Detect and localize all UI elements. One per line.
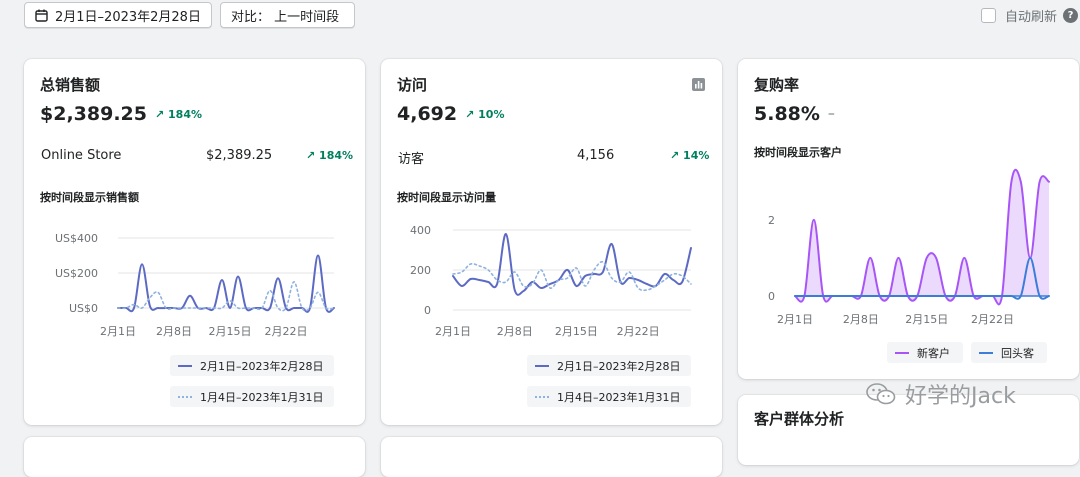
auto-refresh-label: 自动刷新	[1004, 10, 1057, 25]
repeat-total: 5.88%	[754, 103, 820, 125]
card-title: 客户群体分析	[754, 410, 845, 428]
y-tick-label: 2	[768, 214, 775, 227]
chart-title: 按时间段显示访问量	[397, 191, 496, 204]
legend-current[interactable]: 2月1日–2023年2月28日	[527, 355, 691, 376]
legend-label: 回头客	[1001, 346, 1034, 360]
date-range-label: 2月1日–2023年2月28日	[55, 9, 201, 25]
legend-label: 2月1日–2023年2月28日	[200, 359, 324, 373]
legend-label: 2月1日–2023年2月28日	[557, 359, 681, 373]
x-tick-label: 2月22日	[617, 325, 660, 338]
legend-dotted-swatch	[178, 395, 192, 398]
sales-delta: ↗ 184%	[154, 107, 203, 121]
legend-label: 1月4日–2023年1月31日	[200, 390, 324, 404]
y-tick-label: 0	[424, 304, 431, 317]
compare-label: 对比： 上一时间段	[231, 9, 340, 25]
x-tick-label: 2月1日	[100, 325, 136, 338]
legend-label: 新客户	[917, 346, 950, 360]
legend-current[interactable]: 2月1日–2023年2月28日	[170, 355, 334, 376]
customers-chart: 0 2 2月1日 2月8日 2月15日 2月22日	[768, 168, 1050, 326]
sales-total: $2,389.25	[40, 103, 147, 125]
legend-returning-swatch	[979, 351, 993, 354]
channel-delta: ↗ 184%	[306, 149, 354, 162]
watermark-text: 好学的Jack	[905, 384, 1016, 409]
x-tick-label: 2月22日	[265, 325, 308, 338]
sales-card: 总销售额 $2,389.25 ↗ 184% Online Store $2,38…	[24, 59, 365, 425]
repeat-card: 复购率 5.88% – 按时间段显示客户 0 2 2月1日 2月8日 2月15日 2月22…	[738, 59, 1079, 379]
x-tick-label: 2月8日	[156, 325, 192, 338]
card-title: 复购率	[754, 76, 800, 94]
channel-label: Online Store	[41, 148, 122, 163]
x-tick-label: 2月1日	[435, 325, 471, 338]
legend-new-swatch	[895, 351, 909, 354]
y-tick-label: US$0	[69, 302, 98, 315]
auto-refresh: 自动刷新 ?	[980, 6, 1078, 25]
legend-solid-swatch	[535, 364, 549, 367]
channel-value: $2,389.25	[206, 148, 273, 163]
x-tick-label: 2月15日	[209, 325, 252, 338]
wechat-icon	[865, 381, 897, 407]
card-title: 总销售额	[40, 76, 101, 94]
chart-title: 按时间段显示客户	[754, 146, 842, 159]
visits-total: 4,692	[397, 103, 458, 125]
y-tick-label: US$200	[55, 267, 98, 280]
legend-previous[interactable]: 1月4日–2023年1月31日	[170, 386, 334, 407]
auto-refresh-checkbox[interactable]	[980, 8, 996, 23]
repeat-delta: –	[827, 106, 835, 122]
sales-chart: US$0 US$200 US$400 2月1日 2月8日 2月15日 2月22日	[55, 232, 335, 338]
bottom-card-middle	[381, 437, 722, 477]
y-tick-label: 200	[410, 264, 431, 277]
visits-chart: 0 200 400 2月1日 2月8日 2月15日 2月22日	[410, 224, 692, 338]
x-tick-label: 2月8日	[843, 313, 879, 326]
bar-chart-icon[interactable]	[692, 76, 705, 95]
help-icon[interactable]: ?	[1063, 8, 1078, 23]
x-tick-label: 2月8日	[497, 325, 533, 338]
date-range-button[interactable]: 2月1日–2023年2月28日	[24, 2, 212, 28]
visits-delta: ↗ 10%	[465, 107, 505, 121]
y-tick-label: US$400	[55, 232, 98, 245]
legend-previous[interactable]: 1月4日–2023年1月31日	[527, 386, 691, 407]
legend-returning[interactable]: 回头客	[971, 342, 1047, 363]
card-title: 访问	[397, 76, 428, 94]
legend-solid-swatch	[178, 364, 192, 367]
x-tick-label: 2月15日	[555, 325, 598, 338]
visitors-label: 访客	[398, 152, 425, 167]
legend-dotted-swatch	[535, 395, 549, 398]
x-tick-label: 2月15日	[905, 313, 948, 326]
chart-title: 按时间段显示销售额	[40, 191, 139, 204]
compare-button[interactable]: 对比： 上一时间段	[220, 2, 355, 28]
legend-new[interactable]: 新客户	[887, 342, 963, 363]
visitors-value: 4,156	[577, 148, 615, 163]
calendar-icon	[35, 9, 48, 22]
visits-card: 访问 4,692 ↗ 10% 访客 4,156 ↗ 14% 按时间段显示访问量 …	[381, 59, 722, 425]
bottom-card-left	[24, 437, 365, 477]
legend-label: 1月4日–2023年1月31日	[557, 390, 681, 404]
y-tick-label: 400	[410, 224, 431, 237]
x-tick-label: 2月22日	[971, 313, 1014, 326]
x-tick-label: 2月1日	[777, 313, 813, 326]
y-tick-label: 0	[768, 290, 775, 303]
visitors-delta: ↗ 14%	[670, 149, 710, 162]
watermark: 好学的Jack	[865, 378, 1016, 410]
